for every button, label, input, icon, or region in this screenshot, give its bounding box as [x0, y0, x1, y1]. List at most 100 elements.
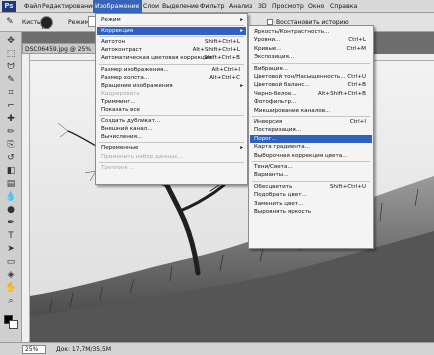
menu-item-автоконтраст[interactable]: Автоконтраст Alt+Shift+Ctrl+L — [97, 46, 246, 54]
eyedropper-tool-icon[interactable]: ⌐ — [4, 100, 18, 113]
history-brush-tool-icon[interactable]: ↺ — [4, 152, 18, 165]
menu-1[interactable]: Редактирование — [40, 0, 98, 13]
menu-item-label: Цветовой баланс... — [254, 82, 310, 89]
menu-item-label: Порог... — [254, 135, 277, 142]
status-bar: 25% Док: 17,7M/35,5M — [0, 342, 434, 355]
menu-item-коррекция[interactable]: Коррекция ▸ — [97, 27, 246, 36]
background-color-swatch[interactable] — [9, 320, 18, 329]
menu-item-инверсия[interactable]: Инверсия Ctrl+I — [250, 118, 372, 126]
menu-5[interactable]: Фильтр — [198, 0, 226, 13]
menu-10[interactable]: Справка — [328, 0, 359, 13]
menu-item-показать-все[interactable]: Показать все — [97, 106, 246, 114]
menu-item-кривые[interactable]: Кривые... Ctrl+M — [250, 45, 372, 53]
menu-item-микширование-каналов[interactable]: Микширование каналов... — [250, 107, 372, 115]
menu-item-shortcut: Ctrl+U — [347, 74, 366, 80]
menu-item-применить-набор-данных: Применить набор данных... — [97, 153, 246, 161]
menu-item-обесцветить[interactable]: Обесцветить Shift+Ctrl+U — [250, 183, 372, 191]
marquee-tool-icon[interactable]: ⬚ — [4, 48, 18, 61]
menu-item-вычисления[interactable]: Вычисления... — [97, 133, 246, 141]
menu-item-label: Коррекция — [101, 28, 134, 35]
tools-panel: ✥ ⬚ ᗢ ✎ ⌗ ⌐ ✚ ✏ ⎘ ↺ ◧ ▤ 💧 ● ✒ T ➤ ▭ ◈ ✋ ⌕ — [0, 32, 22, 342]
menu-item-выборочная-коррекция-цвета[interactable]: Выборочная коррекция цвета... — [250, 152, 372, 160]
menu-item-label: Тримминг... — [101, 98, 136, 105]
menu-item-label: Кадрировать — [101, 90, 140, 97]
menu-separator — [99, 63, 244, 65]
crop-tool-icon[interactable]: ⌗ — [4, 87, 18, 100]
type-tool-icon[interactable]: T — [4, 230, 18, 243]
menu-item-shortcut: Shift+Ctrl+B — [204, 55, 240, 62]
menu-item-переменные[interactable]: Переменные ▸ — [97, 144, 246, 152]
menu-item-shortcut: Shift+Ctrl+U — [329, 183, 366, 190]
quick-select-tool-icon[interactable]: ✎ — [4, 74, 18, 87]
menu-8[interactable]: Просмотр — [270, 0, 306, 13]
menu-item-порог[interactable]: Порог... — [250, 134, 372, 143]
menu-item-label: Автоматическая цветовая коррекция — [101, 55, 212, 62]
menu-item-яркость-контрастность[interactable]: Яркость/Контрастность... — [250, 28, 372, 36]
menu-item-размер-изображения[interactable]: Размер изображения... Alt+Ctrl+I — [97, 66, 246, 74]
menu-item-цветовой-баланс[interactable]: Цветовой баланс... Ctrl+B — [250, 81, 372, 89]
menu-9[interactable]: Окно — [306, 0, 326, 13]
menu-item-label: Инверсия — [254, 119, 283, 125]
menu-item-подобрать-цвет[interactable]: Подобрать цвет... — [250, 191, 372, 199]
menu-item-автоматическая-цветовая-коррекция[interactable]: Автоматическая цветовая коррекция Shift+C… — [97, 54, 246, 62]
eraser-tool-icon[interactable]: ◧ — [4, 165, 18, 178]
path-select-tool-icon[interactable]: ➤ — [4, 243, 18, 256]
menu-item-кадрировать: Кадрировать — [97, 90, 246, 98]
blur-tool-icon[interactable]: 💧 — [4, 191, 18, 204]
stamp-tool-icon[interactable]: ⎘ — [4, 139, 18, 152]
menu-item-экспозиция[interactable]: Экспозиция... — [250, 53, 372, 61]
menu-item-label: Карта градиента... — [254, 144, 310, 151]
zoom-field[interactable]: 25% — [22, 345, 46, 354]
menu-item-тримминг[interactable]: Тримминг... — [97, 98, 246, 106]
menu-item-заменить-цвет[interactable]: Заменить цвет... — [250, 200, 372, 208]
menu-item-внешний-канал[interactable]: Внешний канал... — [97, 125, 246, 133]
menu-item-label: Заменить цвет... — [254, 200, 304, 207]
menu-item-уровни[interactable]: Уровни... Ctrl+L — [250, 36, 372, 44]
menu-6[interactable]: Анализ — [227, 0, 254, 13]
history-brush-tool-icon[interactable]: ✎ — [3, 16, 17, 29]
move-tool-icon[interactable]: ✥ — [4, 35, 18, 48]
dodge-tool-icon[interactable]: ● — [4, 204, 18, 217]
gradient-tool-icon[interactable]: ▤ — [4, 178, 18, 191]
pen-tool-icon[interactable]: ✒ — [4, 217, 18, 230]
menu-4[interactable]: Выделение — [160, 0, 201, 13]
vertical-ruler[interactable] — [22, 54, 30, 342]
menu-item-выровнять-яркость[interactable]: Выровнять яркость — [250, 208, 372, 216]
menu-item-постеризация[interactable]: Постеризация... — [250, 126, 372, 134]
healing-tool-icon[interactable]: ✚ — [4, 113, 18, 126]
menu-item-label: Вычисления... — [101, 134, 143, 141]
3d-tool-icon[interactable]: ◈ — [4, 269, 18, 282]
menu-2[interactable]: Изображение — [93, 0, 142, 13]
menu-item-режим[interactable]: Режим ▸ — [97, 16, 246, 24]
menu-3[interactable]: Слои — [141, 0, 161, 13]
menu-bar: Ps Файл Редактирование Изображение Слои Выде… — [0, 0, 434, 13]
menu-item-label: Треппинг... — [101, 164, 135, 171]
menu-item-вращение-изображения[interactable]: Вращение изображения ▸ — [97, 82, 246, 90]
menu-item-label: Режим — [101, 17, 121, 23]
menu-item-черно-белое[interactable]: Черно-белое... Alt+Shift+Ctrl+B — [250, 90, 372, 98]
menu-item-цветовой-тон-насыщенность[interactable]: Цветовой тон/Насыщенность... Ctrl+U — [250, 73, 372, 81]
menu-7[interactable]: 3D — [256, 0, 269, 13]
menu-item-карта-градиента[interactable]: Карта градиента... — [250, 143, 372, 151]
menu-item-создать-дубликат[interactable]: Создать дубликат... — [97, 117, 246, 125]
submenu-arrow-icon: ▸ — [240, 145, 243, 152]
menu-item-shortcut: Ctrl+M — [346, 45, 366, 52]
menu-item-варианты[interactable]: Варианты... — [250, 171, 372, 179]
menu-item-тени-света[interactable]: Тени/Света... — [250, 163, 372, 171]
brush-tool-icon[interactable]: ✏ — [4, 126, 18, 139]
hand-tool-icon[interactable]: ✋ — [4, 282, 18, 295]
menu-item-автотон[interactable]: Автотон Shift+Ctrl+L — [97, 38, 246, 46]
menu-item-размер-холста[interactable]: Размер холста... Alt+Ctrl+C — [97, 74, 246, 82]
menu-item-фотофильтр[interactable]: Фотофильтр... — [250, 98, 372, 106]
shape-tool-icon[interactable]: ▭ — [4, 256, 18, 269]
menu-item-label: Варианты... — [254, 172, 289, 179]
menu-item-label: Внешний канал... — [101, 126, 153, 133]
menu-item-вибрация[interactable]: Вибрация... — [250, 65, 372, 73]
zoom-tool-icon[interactable]: ⌕ — [4, 295, 18, 308]
menu-separator — [99, 25, 244, 27]
menu-item-label: Цветовой тон/Насыщенность... — [254, 74, 346, 80]
submenu-arrow-icon: ▸ — [240, 17, 243, 23]
lasso-tool-icon[interactable]: ᗢ — [4, 61, 18, 74]
menu-separator — [252, 161, 370, 162]
menu-item-label: Уровни... — [254, 37, 281, 44]
